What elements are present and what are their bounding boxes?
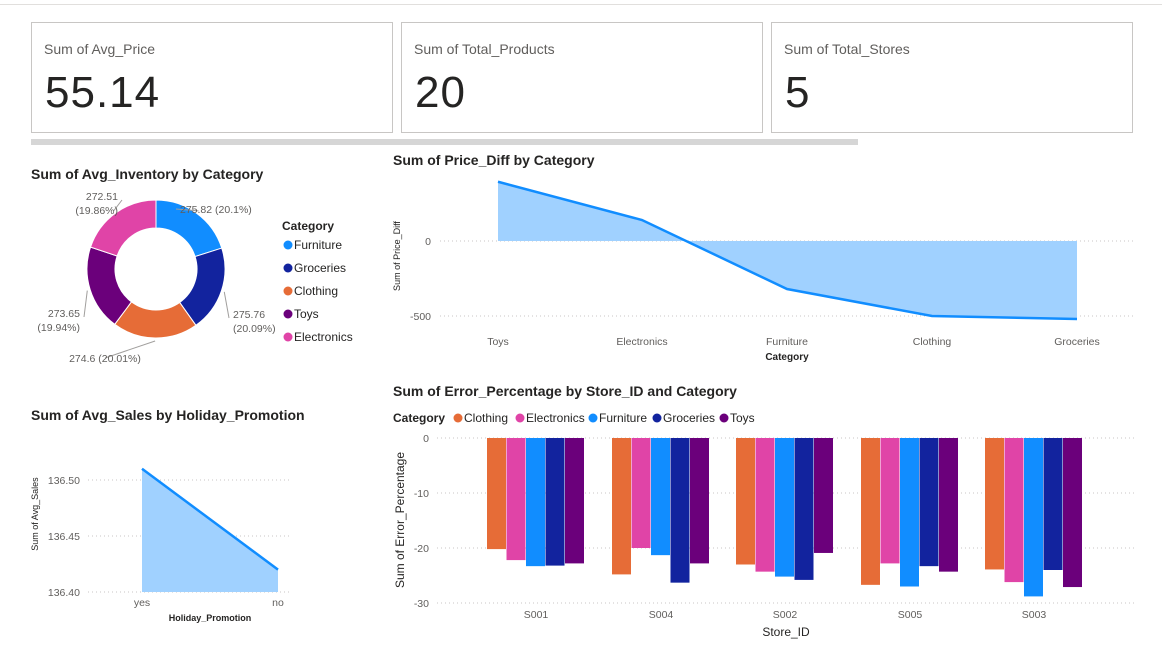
error-bar bbox=[565, 438, 584, 564]
error-xtick: S003 bbox=[1022, 609, 1047, 621]
error-bar bbox=[1004, 438, 1024, 583]
error-legend-item: Clothing bbox=[464, 411, 508, 425]
error-ytick: -10 bbox=[414, 488, 429, 500]
error-legend-marker bbox=[453, 413, 463, 423]
error-ytick: -20 bbox=[414, 543, 429, 555]
pricediff-ytick: 0 bbox=[425, 236, 431, 248]
pricediff-xtick: Toys bbox=[487, 336, 509, 348]
error-legend-item: Electronics bbox=[526, 411, 585, 425]
error-bar bbox=[612, 438, 631, 575]
error-bar bbox=[794, 438, 814, 580]
error-bar bbox=[1024, 438, 1043, 597]
error-xlabel: Store_ID bbox=[762, 625, 810, 639]
error-bar bbox=[1063, 438, 1082, 588]
error-bar bbox=[651, 438, 670, 556]
donut-leader-line bbox=[223, 291, 230, 319]
donut-legend-item: Groceries bbox=[294, 261, 346, 275]
donut-data-label-pct: (20.09%) bbox=[233, 323, 276, 335]
error-bar bbox=[985, 438, 1004, 570]
error-xtick: S005 bbox=[898, 609, 923, 621]
error-bar bbox=[526, 438, 545, 567]
error-bar bbox=[1043, 438, 1063, 570]
avgsales-ytick: 136.50 bbox=[48, 475, 80, 487]
error-legend-marker bbox=[652, 413, 662, 423]
error-bar bbox=[775, 438, 794, 577]
pricediff-area bbox=[498, 181, 1077, 319]
donut-legend-item: Clothing bbox=[294, 284, 338, 298]
donut-data-label-pct: (19.94%) bbox=[37, 322, 80, 334]
error-bar bbox=[545, 438, 565, 566]
error-bar bbox=[861, 438, 880, 585]
donut-legend-marker bbox=[283, 332, 293, 342]
avgsales-xtick: yes bbox=[134, 597, 150, 609]
error-bar bbox=[814, 438, 833, 553]
error-ytick: 0 bbox=[423, 433, 429, 445]
donut-legend-item: Toys bbox=[294, 307, 319, 321]
error-bar bbox=[631, 438, 651, 548]
donut-data-label: 275.82 (20.1%) bbox=[180, 204, 252, 216]
error-xtick: S004 bbox=[649, 609, 674, 621]
charts-canvas: 275.82 (20.1%) 275.76 (20.09%) 274.6 (20.01… bbox=[30, 180, 1135, 639]
donut-legend-marker bbox=[283, 286, 293, 296]
error-legend-item: Groceries bbox=[663, 411, 715, 425]
error-bar bbox=[487, 438, 506, 550]
donut-legend-item: Furniture bbox=[294, 238, 342, 252]
error-xtick: S002 bbox=[773, 609, 798, 621]
donut-data-label-value: 272.51 bbox=[86, 191, 118, 203]
donut-data-label-pct: (19.86%) bbox=[75, 205, 118, 217]
donut-legend-marker bbox=[283, 309, 293, 319]
error-bar bbox=[736, 438, 755, 565]
pricediff-xtick: Clothing bbox=[913, 336, 952, 348]
donut-data-label: 274.6 (20.01%) bbox=[69, 353, 141, 365]
error-bar bbox=[690, 438, 709, 564]
donut-data-label-value: 275.76 bbox=[233, 309, 265, 321]
error-bar bbox=[919, 438, 939, 567]
avgsales-xtick: no bbox=[272, 597, 284, 609]
error-xtick: S001 bbox=[524, 609, 549, 621]
error-ytick: -30 bbox=[414, 598, 429, 610]
pricediff-xtick: Electronics bbox=[616, 336, 667, 348]
error-bar bbox=[755, 438, 775, 572]
error-bar bbox=[880, 438, 900, 564]
donut-legend-marker bbox=[283, 240, 293, 250]
pricediff-ytick: -500 bbox=[410, 311, 431, 323]
error-ylabel: Sum of Error_Percentage bbox=[393, 452, 407, 588]
avgsales-ytick: 136.45 bbox=[48, 531, 80, 543]
error-bar bbox=[939, 438, 958, 572]
error-legend-marker bbox=[719, 413, 729, 423]
error-legend-title: Category bbox=[393, 411, 445, 425]
donut-legend-item: Electronics bbox=[294, 330, 353, 344]
donut-legend-marker bbox=[283, 263, 293, 273]
error-bar bbox=[900, 438, 919, 587]
error-legend-item: Furniture bbox=[599, 411, 647, 425]
avgsales-xlabel: Holiday_Promotion bbox=[169, 613, 252, 623]
pricediff-xlabel: Category bbox=[765, 352, 809, 363]
pricediff-xtick: Groceries bbox=[1054, 336, 1100, 348]
error-legend-marker bbox=[515, 413, 525, 423]
pricediff-ylabel: Sum of Price_Diff bbox=[392, 221, 402, 291]
avgsales-ylabel: Sum of Avg_Sales bbox=[30, 477, 40, 551]
error-bar bbox=[506, 438, 526, 561]
error-legend-item: Toys bbox=[730, 411, 755, 425]
error-legend-marker bbox=[588, 413, 598, 423]
pricediff-xtick: Furniture bbox=[766, 336, 808, 348]
avgsales-area bbox=[142, 468, 278, 592]
error-bar bbox=[670, 438, 690, 583]
donut-data-label-value: 273.65 bbox=[48, 308, 80, 320]
donut-legend-title: Category bbox=[282, 219, 334, 233]
avgsales-ytick: 136.40 bbox=[48, 587, 80, 599]
donut-leader-line bbox=[83, 290, 88, 318]
